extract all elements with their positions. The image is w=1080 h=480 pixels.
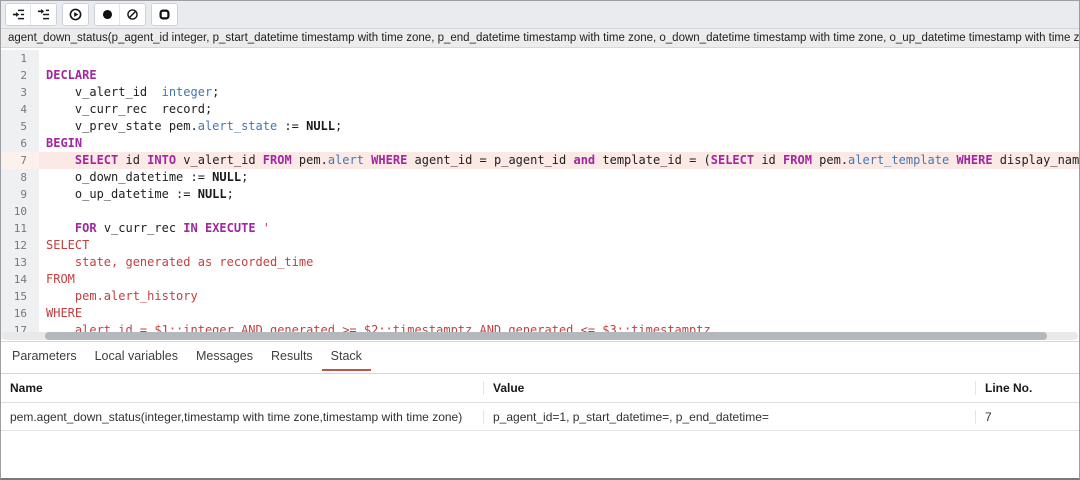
code-line: 1 <box>1 50 1079 67</box>
toolbar-button-group <box>94 3 146 26</box>
line-number-gutter[interactable]: 6 <box>1 135 39 152</box>
step-into-button[interactable] <box>6 4 31 25</box>
tab-local-variables[interactable]: Local variables <box>86 342 187 371</box>
code-line: 2DECLARE <box>1 67 1079 84</box>
line-number-gutter[interactable]: 15 <box>1 288 39 305</box>
column-header-value: Value <box>484 381 976 395</box>
current-execution-line: 7 SELECT id INTO v_alert_id FROM pem.ale… <box>1 152 1079 169</box>
clear-all-breakpoints-icon <box>126 8 139 21</box>
line-number-gutter[interactable]: 10 <box>1 203 39 220</box>
tab-results[interactable]: Results <box>262 342 322 371</box>
debugger-window: agent_down_status(p_agent_id integer, p_… <box>0 0 1080 480</box>
step-into-icon <box>12 8 25 21</box>
code-lines: 12DECLARE3 v_alert_id integer;4 v_curr_r… <box>1 48 1079 339</box>
line-number-gutter[interactable]: 5 <box>1 118 39 135</box>
code-line: 4 v_curr_rec record; <box>1 101 1079 118</box>
stop-icon <box>158 8 171 21</box>
step-over-icon <box>37 8 50 21</box>
clear-all-breakpoints-button[interactable] <box>120 4 145 25</box>
code-text: o_down_datetime := NULL; <box>39 169 248 186</box>
line-number-gutter[interactable]: 2 <box>1 67 39 84</box>
code-line: 15 pem.alert_history <box>1 288 1079 305</box>
code-text: o_up_datetime := NULL; <box>39 186 234 203</box>
code-line: 8 o_down_datetime := NULL; <box>1 169 1079 186</box>
line-number-gutter[interactable]: 7 <box>1 152 39 169</box>
toggle-breakpoint-icon <box>101 8 114 21</box>
continue-icon <box>69 8 82 21</box>
toolbar-button-group <box>151 3 178 26</box>
continue-button[interactable] <box>63 4 88 25</box>
toolbar-button-group <box>5 3 57 26</box>
code-line: 6BEGIN <box>1 135 1079 152</box>
code-editor[interactable]: 12DECLARE3 v_alert_id integer;4 v_curr_r… <box>1 48 1079 342</box>
code-line: 13 state, generated as recorded_time <box>1 254 1079 271</box>
toggle-breakpoint-button[interactable] <box>95 4 120 25</box>
code-text: state, generated as recorded_time <box>39 254 313 271</box>
step-over-button[interactable] <box>31 4 56 25</box>
code-line: 12SELECT <box>1 237 1079 254</box>
stack-cell: pem.agent_down_status(integer,timestamp … <box>1 410 484 424</box>
line-number-gutter[interactable]: 14 <box>1 271 39 288</box>
empty-panel-area <box>1 431 1079 478</box>
code-text: v_alert_id integer; <box>39 84 219 101</box>
debugger-tab-bar: ParametersLocal variablesMessagesResults… <box>1 342 1079 374</box>
code-text: pem.alert_history <box>39 288 198 305</box>
code-text: v_prev_state pem.alert_state := NULL; <box>39 118 342 135</box>
code-line: 9 o_up_datetime := NULL; <box>1 186 1079 203</box>
code-text: SELECT id INTO v_alert_id FROM pem.alert… <box>39 152 1079 169</box>
stack-frame-row[interactable]: pem.agent_down_status(integer,timestamp … <box>1 403 1079 431</box>
code-text: BEGIN <box>39 135 82 152</box>
toolbar-button-group <box>62 3 89 26</box>
code-text: SELECT <box>39 237 89 254</box>
horizontal-scrollbar-thumb[interactable] <box>45 332 1047 340</box>
code-line: 10 <box>1 203 1079 220</box>
tab-parameters[interactable]: Parameters <box>3 342 86 371</box>
code-line: 16WHERE <box>1 305 1079 322</box>
stack-table-body: pem.agent_down_status(integer,timestamp … <box>1 403 1079 431</box>
tab-stack[interactable]: Stack <box>322 342 371 371</box>
stop-button[interactable] <box>152 4 177 25</box>
line-number-gutter[interactable]: 3 <box>1 84 39 101</box>
line-number-gutter[interactable]: 4 <box>1 101 39 118</box>
code-line: 11 FOR v_curr_rec IN EXECUTE ' <box>1 220 1079 237</box>
code-text <box>39 50 46 67</box>
stack-table-header: NameValueLine No. <box>1 374 1079 403</box>
stack-table: NameValueLine No. pem.agent_down_status(… <box>1 374 1079 431</box>
code-text: DECLARE <box>39 67 97 84</box>
function-signature: agent_down_status(p_agent_id integer, p_… <box>1 29 1079 48</box>
tab-messages[interactable]: Messages <box>187 342 262 371</box>
line-number-gutter[interactable]: 13 <box>1 254 39 271</box>
line-number-gutter[interactable]: 1 <box>1 50 39 67</box>
code-line: 14FROM <box>1 271 1079 288</box>
line-number-gutter[interactable]: 8 <box>1 169 39 186</box>
stack-cell: p_agent_id=1, p_start_datetime=, p_end_d… <box>484 410 976 424</box>
line-number-gutter[interactable]: 9 <box>1 186 39 203</box>
line-number-gutter[interactable]: 16 <box>1 305 39 322</box>
code-text: FROM <box>39 271 75 288</box>
code-text <box>39 203 46 220</box>
line-number-gutter[interactable]: 12 <box>1 237 39 254</box>
code-line: 3 v_alert_id integer; <box>1 84 1079 101</box>
code-text: WHERE <box>39 305 82 322</box>
code-text: v_curr_rec record; <box>39 101 212 118</box>
column-header-line-no: Line No. <box>976 381 1079 395</box>
horizontal-scrollbar[interactable] <box>2 332 1078 340</box>
debugger-toolbar <box>1 1 1079 29</box>
code-line: 5 v_prev_state pem.alert_state := NULL; <box>1 118 1079 135</box>
code-text: FOR v_curr_rec IN EXECUTE ' <box>39 220 270 237</box>
stack-cell: 7 <box>976 410 1079 424</box>
line-number-gutter[interactable]: 11 <box>1 220 39 237</box>
column-header-name: Name <box>1 381 484 395</box>
